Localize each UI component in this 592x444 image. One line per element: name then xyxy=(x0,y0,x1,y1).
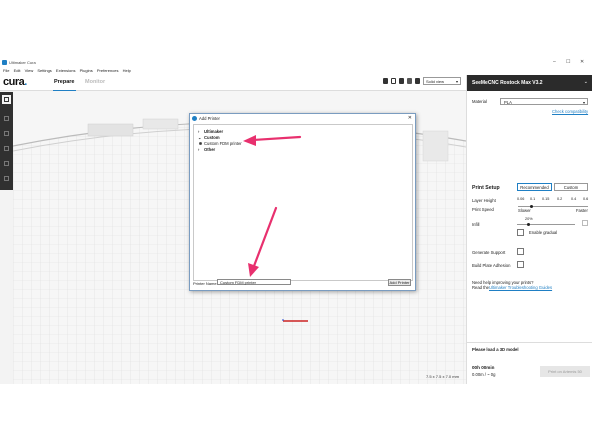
view-front-icon[interactable] xyxy=(391,78,396,84)
menu-bar: File Edit View Settings Extensions Plugi… xyxy=(0,67,592,75)
menu-extensions[interactable]: Extensions xyxy=(56,67,76,75)
mirror-tool-icon[interactable] xyxy=(2,159,11,168)
layer-height-tick: 0.4 xyxy=(571,197,577,201)
window-titlebar: Ultimaker Cura – ☐ ✕ xyxy=(0,58,592,67)
machine-name: SeeMeCNC Rostock Max V3.2 xyxy=(472,80,543,86)
menu-preferences[interactable]: Preferences xyxy=(97,67,119,75)
infill-value: 20% xyxy=(525,217,533,221)
print-button[interactable]: Print on Artemis 50 xyxy=(540,366,590,377)
print-settings-sidebar: SeeMeCNC Rostock Max V3.2 ⌄ Material PLA… xyxy=(466,75,592,384)
infill-label: Infill xyxy=(472,222,480,227)
view-mode-select[interactable]: Solid view ▾ xyxy=(423,77,461,85)
app-icon xyxy=(2,60,7,65)
maximize-button[interactable]: ☐ xyxy=(566,58,570,67)
add-printer-dialog: Add Printer ✕ › Ultimaker ⌄ Custom Custom … xyxy=(189,113,416,291)
radio-selected-icon xyxy=(199,142,202,146)
window-title: Ultimaker Cura xyxy=(9,60,36,65)
dialog-close-button[interactable]: ✕ xyxy=(408,114,412,123)
layer-height-label: Layer Height xyxy=(472,198,496,203)
build-plate-adhesion-checkbox[interactable] xyxy=(517,261,524,268)
enable-gradual-label: Enable gradual xyxy=(529,230,558,235)
machine-selector[interactable]: SeeMeCNC Rostock Max V3.2 ⌄ xyxy=(467,75,592,91)
material-usage: 0.00m / ~ 0g xyxy=(472,372,496,377)
printer-name-input[interactable]: Custom FDM printer xyxy=(217,279,291,285)
close-window-button[interactable]: ✕ xyxy=(580,58,584,67)
print-setup-heading: Print Setup xyxy=(472,185,500,191)
infill-icon xyxy=(582,220,588,226)
tree-item-other[interactable]: › Other xyxy=(198,147,215,152)
troubleshooting-guides-link[interactable]: Ultimaker Troubleshooting Guides xyxy=(489,285,552,290)
menu-view[interactable]: View xyxy=(25,67,34,75)
custom-mode-button[interactable]: Custom xyxy=(554,183,588,191)
view-3d-icon[interactable] xyxy=(383,78,388,84)
sidebar-divider xyxy=(467,342,592,343)
add-printer-button[interactable]: Add Printer xyxy=(388,279,411,286)
dialog-titlebar: Add Printer ✕ xyxy=(190,114,415,123)
build-plate-adhesion-label: Build Plate Adhesion xyxy=(472,263,511,268)
print-time: 00h 00min xyxy=(472,365,495,370)
faster-label: Faster xyxy=(576,208,588,213)
infill-handle[interactable] xyxy=(527,223,530,226)
view-left-icon[interactable] xyxy=(407,78,412,84)
tool-bar xyxy=(0,92,13,190)
view-top-icon[interactable] xyxy=(399,78,404,84)
menu-settings[interactable]: Settings xyxy=(37,67,51,75)
tree-item-custom[interactable]: ⌄ Custom xyxy=(198,135,220,140)
material-label: Material xyxy=(472,99,487,104)
dialog-title: Add Printer xyxy=(199,116,220,121)
printer-name-label: Printer Name: xyxy=(193,281,218,286)
printer-tree: › Ultimaker ⌄ Custom Custom FDM printer › O… xyxy=(193,124,413,281)
tab-prepare[interactable]: Prepare xyxy=(53,78,76,92)
cura-logo: cura. xyxy=(3,76,27,88)
cura-window: Ultimaker Cura – ☐ ✕ File Edit View Sett… xyxy=(0,58,592,384)
menu-edit[interactable]: Edit xyxy=(14,67,21,75)
load-model-message: Please load a 3D model xyxy=(472,347,519,352)
chevron-down-icon: ⌄ xyxy=(583,79,588,85)
layer-height-tick: 0.15 xyxy=(542,197,550,201)
move-tool-icon[interactable] xyxy=(2,114,11,123)
minimize-button[interactable]: – xyxy=(553,58,556,67)
layer-height-tick: 0.2 xyxy=(557,197,563,201)
per-model-settings-icon[interactable] xyxy=(2,174,11,183)
layer-height-tick: 0.6 xyxy=(583,197,589,201)
infill-slider[interactable] xyxy=(517,224,575,225)
menu-help[interactable]: Help xyxy=(123,67,131,75)
view-right-icon[interactable] xyxy=(415,78,420,84)
menu-plugins[interactable]: Plugins xyxy=(80,67,93,75)
read-the-text: Read the xyxy=(472,285,489,290)
layer-height-slider[interactable] xyxy=(518,206,588,207)
app-header: cura. Prepare Monitor Solid view ▾ xyxy=(0,75,466,92)
tree-item-custom-fdm-printer[interactable]: Custom FDM printer xyxy=(199,141,242,146)
tab-monitor[interactable]: Monitor xyxy=(85,78,105,90)
tree-item-ultimaker[interactable]: › Ultimaker xyxy=(198,129,223,134)
chevron-down-icon: ▾ xyxy=(455,79,458,84)
print-speed-label: Print Speed xyxy=(472,207,494,212)
recommended-mode-button[interactable]: Recommended xyxy=(517,183,552,191)
model-dimensions: 7.5 x 7.5 x 7.0 mm xyxy=(426,374,459,379)
scale-tool-icon[interactable] xyxy=(2,129,11,138)
material-select[interactable]: PLA ▾ xyxy=(500,98,588,105)
check-compatibility-link[interactable]: Check compatibility xyxy=(552,109,588,114)
enable-gradual-checkbox[interactable] xyxy=(517,229,524,236)
generate-support-checkbox[interactable] xyxy=(517,248,524,255)
generate-support-label: Generate Support xyxy=(472,250,506,255)
menu-file[interactable]: File xyxy=(3,67,9,75)
chevron-down-icon: ▾ xyxy=(582,100,585,105)
rotate-tool-icon[interactable] xyxy=(2,144,11,153)
layer-height-tick: 0.1 xyxy=(530,197,536,201)
slower-label: Slower xyxy=(518,208,531,213)
open-file-icon[interactable] xyxy=(2,95,11,104)
cura-icon xyxy=(192,116,197,121)
layer-height-tick: 0.06 xyxy=(517,197,525,201)
